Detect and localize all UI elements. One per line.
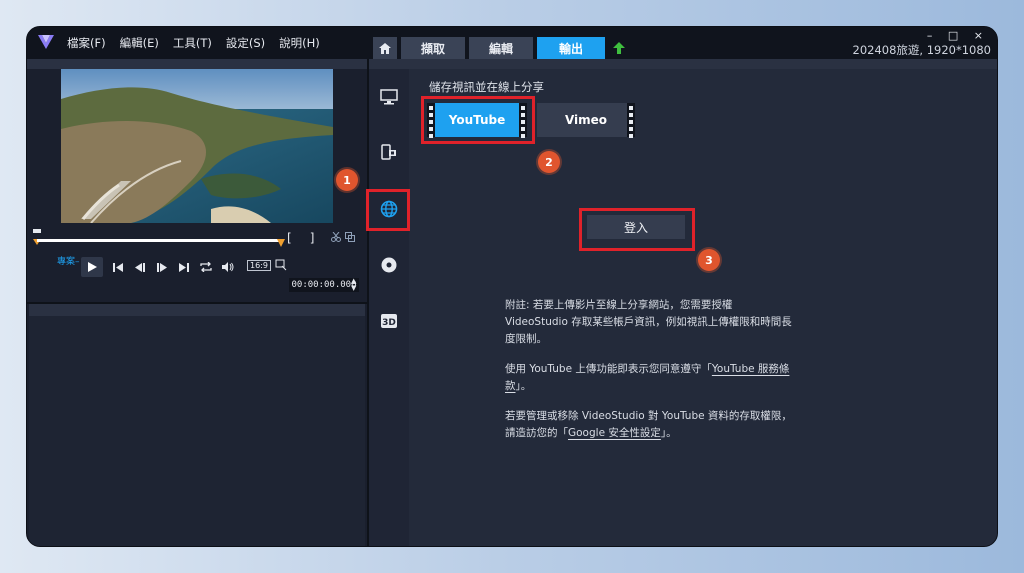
play-icon: [87, 262, 97, 272]
highlight-login: [579, 208, 695, 251]
menu-edit[interactable]: 編輯(E): [120, 35, 159, 51]
mark-out-button[interactable]: ]: [310, 231, 315, 245]
timecode-stepper[interactable]: ▲ ▼: [351, 278, 356, 292]
computer-output-button[interactable]: [379, 87, 399, 107]
go-to-start-button[interactable]: [111, 260, 125, 274]
step-badge-2: 2: [538, 151, 560, 173]
disc-icon: [381, 257, 397, 273]
menu-help[interactable]: 說明(H): [279, 35, 320, 51]
copy-icon[interactable]: [345, 232, 355, 242]
skip-start-icon: [113, 262, 123, 272]
highlight-globe: [366, 189, 410, 231]
video-preview: [61, 69, 333, 223]
device-icon: [381, 144, 396, 160]
workspace-tabs: 擷取 編輯 輸出: [373, 37, 629, 59]
step-badge-1: 1: [336, 169, 358, 191]
project-clip-label[interactable]: 專案–: [57, 254, 80, 267]
step-badge-3: 3: [698, 249, 720, 271]
menu-bar: 檔案(F) 編輯(E) 工具(T) 設定(S) 說明(H): [67, 35, 320, 51]
film-perforation: [627, 103, 635, 138]
note-permissions: 若要管理或移除 VideoStudio 對 YouTube 資料的存取權限，請造…: [505, 410, 792, 439]
mark-in-button[interactable]: [: [287, 231, 292, 245]
highlight-youtube: [421, 96, 535, 144]
note-terms: 使用 YouTube 上傳功能即表示您同意遵守「YouTube 服務條款」。: [505, 363, 790, 392]
tab-capture[interactable]: 擷取: [401, 37, 465, 59]
scissors-icon[interactable]: [331, 232, 341, 242]
project-title: 202408旅遊, 1920*1080: [852, 43, 992, 57]
google-security-link[interactable]: Google 安全性設定: [568, 427, 661, 439]
previous-frame-icon: [135, 262, 145, 272]
vimeo-button[interactable]: Vimeo: [537, 103, 635, 138]
clip-tools: [331, 232, 355, 242]
menu-file[interactable]: 檔案(F): [67, 35, 106, 51]
speaker-icon: [222, 262, 234, 272]
aspect-ratio-button[interactable]: 16:9: [247, 260, 271, 271]
trim-end-handle[interactable]: [277, 235, 285, 247]
mark-in-out: [ ]: [287, 231, 314, 245]
crop-icon[interactable]: [275, 259, 287, 271]
note-authorization: 附註: 若要上傳影片至線上分享網站，您需要授權 VideoStudio 存取某些…: [505, 299, 792, 345]
timecode-display[interactable]: 00:00:00.000: [289, 278, 359, 292]
library-panel: [29, 304, 365, 546]
play-button[interactable]: [81, 257, 103, 277]
scrubber-bar[interactable]: [37, 239, 281, 242]
skip-end-icon: [179, 262, 189, 272]
tab-home[interactable]: [373, 37, 397, 59]
tab-edit[interactable]: 編輯: [469, 37, 533, 59]
3d-icon: 3D: [381, 314, 397, 328]
tab-output[interactable]: 輸出: [537, 37, 605, 59]
section-title: 儲存視訊並在線上分享: [429, 80, 544, 94]
volume-button[interactable]: [221, 260, 235, 274]
output-category-column: 3D: [369, 69, 409, 546]
next-frame-icon: [157, 262, 167, 272]
app-window: 檔案(F) 編輯(E) 工具(T) 設定(S) 說明(H) 擷取 編輯 輸出 –…: [26, 26, 998, 547]
library-header: [29, 304, 365, 316]
window-controls[interactable]: – □ ×: [927, 29, 989, 42]
monitor-icon: [380, 89, 398, 105]
go-to-end-button[interactable]: [177, 260, 191, 274]
disc-output-button[interactable]: [379, 255, 399, 275]
upload-arrow-icon[interactable]: [609, 37, 629, 59]
repeat-icon: [200, 262, 212, 272]
repeat-button[interactable]: [199, 260, 213, 274]
videostudio-logo-icon: [38, 35, 54, 49]
3d-output-button[interactable]: 3D: [379, 311, 399, 331]
share-notes: 附註: 若要上傳影片至線上分享網站，您需要授權 VideoStudio 存取某些…: [505, 297, 795, 455]
menu-settings[interactable]: 設定(S): [226, 35, 265, 51]
svg-text:3D: 3D: [382, 318, 396, 328]
trim-start-handle[interactable]: [33, 229, 41, 245]
output-header: [369, 59, 997, 69]
home-icon: [379, 42, 391, 54]
player-header: [27, 59, 367, 69]
player-panel: [ ] 專案– 16:9 00:00:00.000 ▲ ▼: [27, 59, 367, 546]
device-output-button[interactable]: [379, 143, 399, 163]
previous-frame-button[interactable]: [133, 260, 147, 274]
playback-controls: [81, 257, 235, 277]
menu-tools[interactable]: 工具(T): [173, 35, 212, 51]
title-bar: 檔案(F) 編輯(E) 工具(T) 設定(S) 說明(H) 擷取 編輯 輸出 –…: [27, 27, 997, 59]
next-frame-button[interactable]: [155, 260, 169, 274]
vimeo-label: Vimeo: [564, 113, 608, 127]
